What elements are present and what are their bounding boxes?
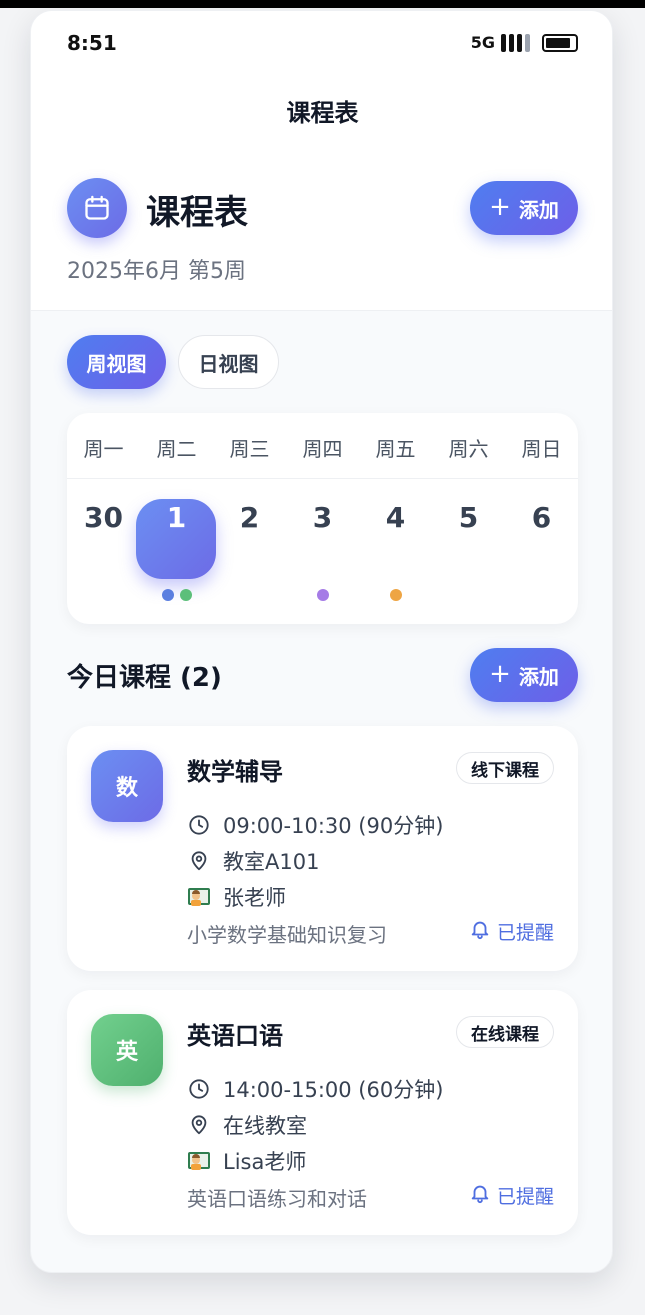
teacher-emoji-icon	[187, 885, 211, 909]
date-cell[interactable]: 6	[505, 501, 578, 534]
course-card[interactable]: 数 数学辅导 线下课程 09:00-10:30 (90分钟) 教室A101 张老…	[67, 726, 578, 971]
course-title: 数学辅导	[187, 758, 283, 786]
date-cell[interactable]: 2	[213, 501, 286, 534]
course-time: 14:00-15:00 (60分钟)	[223, 1078, 444, 1102]
page-title: 课程表	[146, 193, 248, 233]
course-location-row: 教室A101	[187, 846, 319, 876]
tab-week-view[interactable]: 周视图	[67, 335, 166, 389]
add-button-label: 添加	[518, 197, 559, 222]
signal-icon	[501, 33, 530, 52]
location-pin-icon	[187, 849, 211, 873]
today-courses-title: 今日课程 (2)	[67, 663, 222, 693]
teacher-emoji-icon	[187, 1149, 211, 1173]
clock-icon	[187, 813, 211, 837]
date-cell[interactable]: 4	[359, 501, 432, 534]
course-location-row: 在线教室	[187, 1110, 307, 1140]
remind-label: 已提醒	[496, 922, 554, 944]
course-teacher: Lisa老师	[223, 1150, 307, 1174]
course-time-row: 09:00-10:30 (90分钟)	[187, 810, 443, 840]
add-button-header[interactable]: + 添加	[470, 181, 578, 235]
tab-day-view[interactable]: 日视图	[178, 335, 279, 389]
course-avatar: 英	[91, 1014, 163, 1086]
course-dot	[389, 589, 402, 601]
add-button-today[interactable]: + 添加	[470, 648, 578, 702]
weekday-label: 周一	[83, 437, 124, 461]
bell-icon	[469, 1182, 491, 1209]
course-description: 小学数学基础知识复习	[187, 923, 387, 947]
plus-icon: +	[489, 659, 511, 689]
bell-icon	[469, 918, 491, 945]
phone-screen: 8:51 5G 课程表 课程表 2025年6月 第5周 + 添加 周视图 日视图	[30, 10, 613, 1273]
course-avatar: 数	[91, 750, 163, 822]
course-teacher: 张老师	[223, 886, 286, 910]
network-label: 5G	[470, 33, 495, 52]
battery-icon	[542, 33, 578, 52]
course-dot	[161, 589, 174, 601]
calendar-icon	[67, 178, 127, 238]
course-teacher-row: 张老师	[187, 882, 286, 912]
date-cell-selected[interactable]: 1	[140, 501, 213, 534]
course-dot	[316, 589, 329, 601]
week-calendar: 周一 周二 周三 周四 周五 周六 周日 30 1 2 3 4 5 6	[67, 413, 578, 624]
course-title: 英语口语	[187, 1022, 283, 1050]
remind-status[interactable]: 已提醒	[469, 918, 554, 945]
add-button-label: 添加	[518, 664, 559, 689]
course-type-badge: 在线课程	[456, 1016, 554, 1048]
course-location: 教室A101	[223, 850, 320, 874]
nav-title: 课程表	[286, 99, 359, 127]
status-indicators: 5G	[471, 33, 578, 52]
weekday-header: 周一 周二 周三 周四 周五 周六 周日	[67, 413, 578, 479]
week-subtitle: 2025年6月 第5周	[67, 259, 246, 284]
status-time: 8:51	[67, 31, 117, 55]
date-cell[interactable]: 30	[67, 501, 140, 534]
course-card[interactable]: 英 英语口语 在线课程 14:00-15:00 (60分钟) 在线教室 Lisa…	[67, 990, 578, 1235]
course-type-badge: 线下课程	[456, 752, 554, 784]
course-description: 英语口语练习和对话	[187, 1187, 367, 1211]
weekday-label: 周四	[302, 437, 343, 461]
course-time: 09:00-10:30 (90分钟)	[223, 814, 444, 838]
weekday-label: 周日	[521, 437, 562, 461]
location-pin-icon	[187, 1113, 211, 1137]
weekday-label: 周三	[229, 437, 270, 461]
remind-status[interactable]: 已提醒	[469, 1182, 554, 1209]
course-location: 在线教室	[223, 1114, 307, 1138]
weekday-label: 周二	[156, 437, 197, 461]
date-cell[interactable]: 3	[286, 501, 359, 534]
remind-label: 已提醒	[496, 1186, 554, 1208]
clock-icon	[187, 1077, 211, 1101]
weekday-label: 周五	[375, 437, 416, 461]
top-edge-bar	[0, 0, 645, 8]
date-cell[interactable]: 5	[432, 501, 505, 534]
course-dot	[179, 589, 192, 601]
plus-icon: +	[489, 192, 511, 222]
weekday-label: 周六	[448, 437, 489, 461]
course-time-row: 14:00-15:00 (60分钟)	[187, 1074, 443, 1104]
header-area: 8:51 5G 课程表 课程表 2025年6月 第5周 + 添加	[31, 11, 612, 311]
course-teacher-row: Lisa老师	[187, 1146, 306, 1176]
